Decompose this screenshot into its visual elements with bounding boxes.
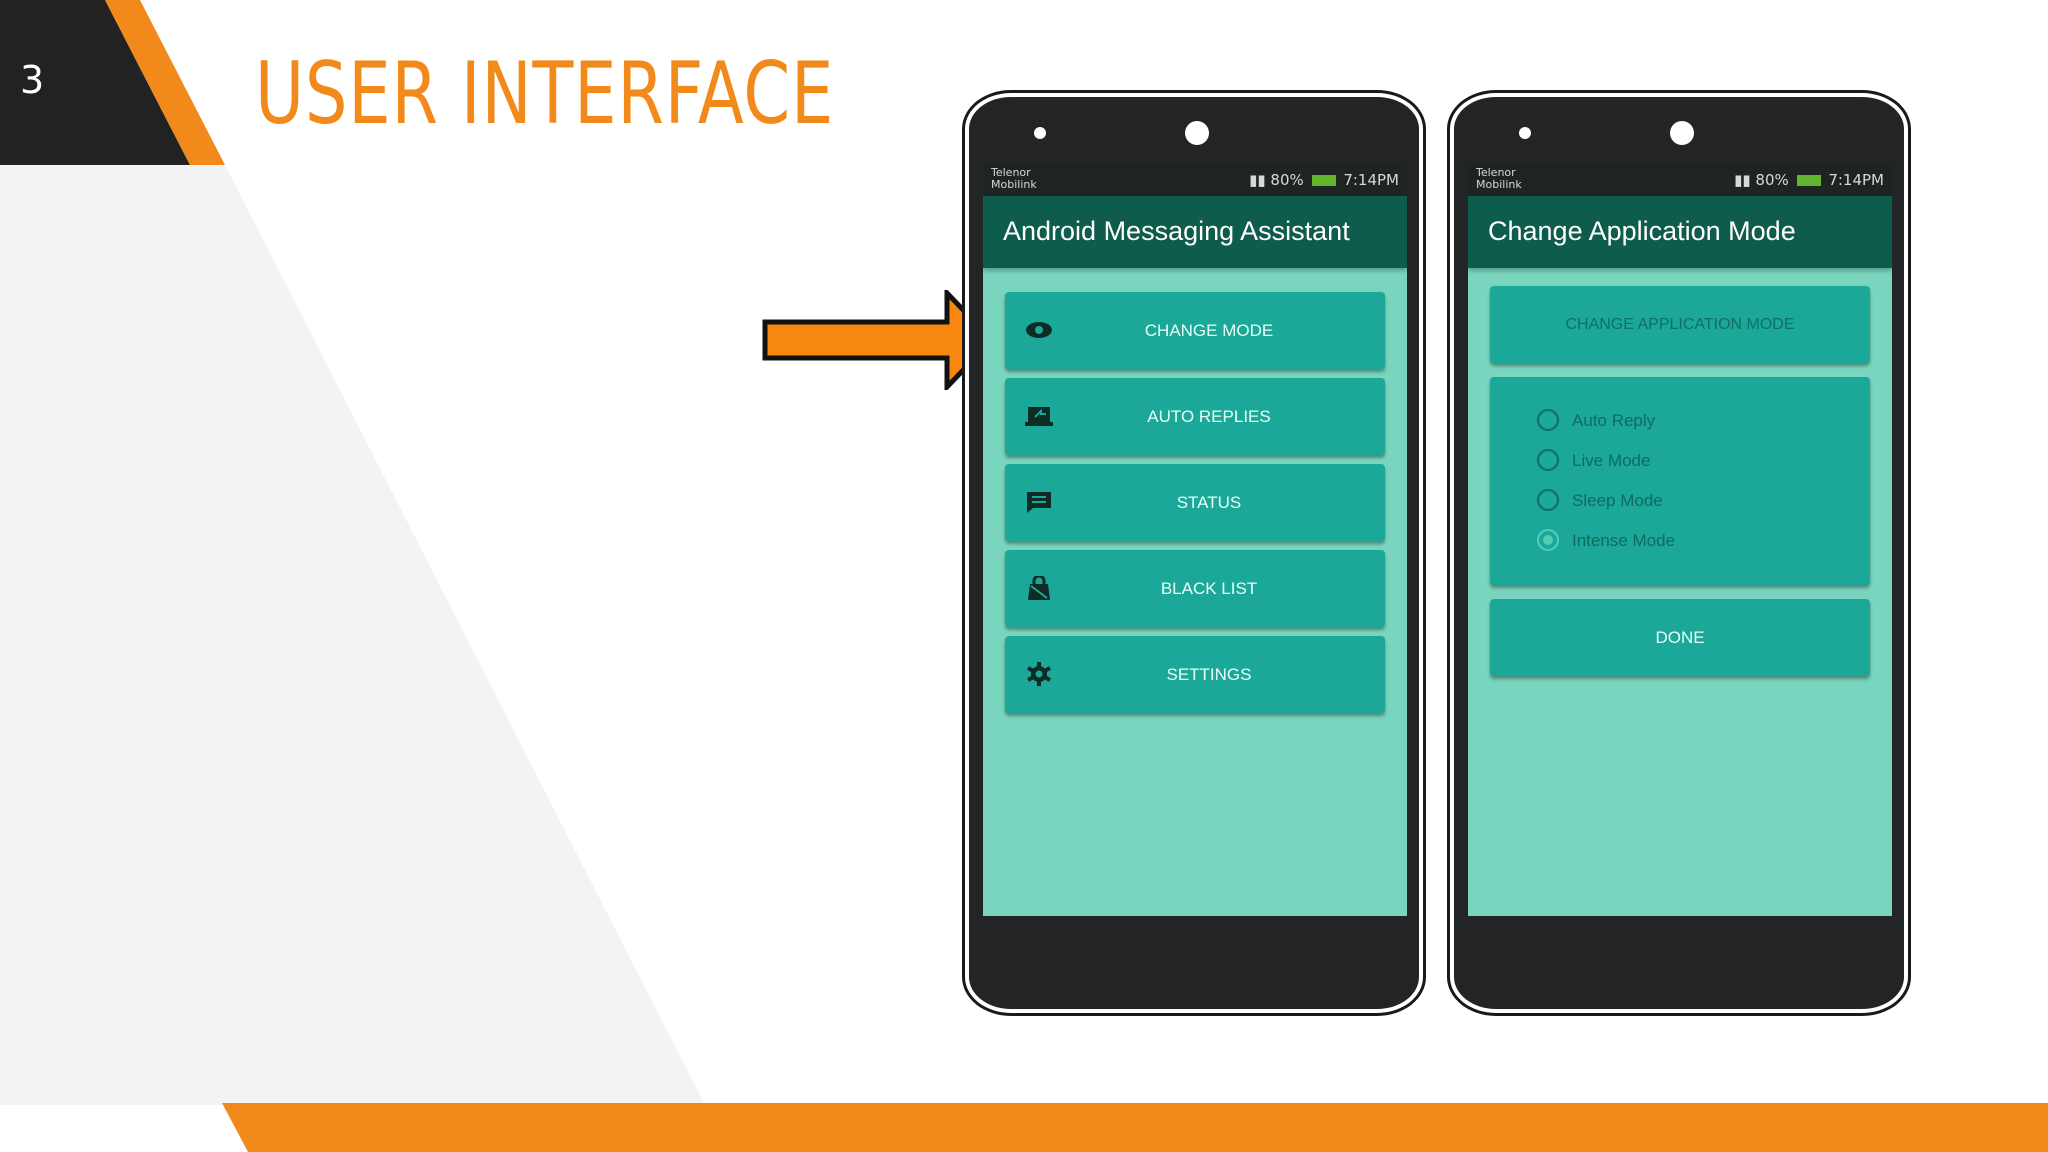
app-bar: Android Messaging Assistant — [983, 196, 1407, 268]
status-indicators: ▮▮ 80% 7:14PM — [1249, 171, 1399, 189]
grey-diagonal-panel — [0, 165, 705, 1105]
auto-replies-label: AUTO REPLIES — [1147, 407, 1271, 426]
chat-icon — [1027, 492, 1051, 513]
screen: Telenor Mobilink ▮▮ 80% 7:14PM Android M… — [983, 164, 1407, 916]
slide-title: USER INTERFACE — [255, 44, 835, 144]
status-indicators: ▮▮ 80% 7:14PM — [1734, 171, 1884, 189]
change-application-mode-header[interactable]: CHANGE APPLICATION MODE — [1490, 286, 1870, 363]
front-camera — [1670, 121, 1694, 145]
app-title: Change Application Mode — [1488, 216, 1796, 246]
signal-icon: ▮▮ — [1249, 171, 1266, 189]
done-label: DONE — [1655, 628, 1705, 647]
battery-icon — [1311, 175, 1336, 186]
phone-change-mode: Telenor Mobilink ▮▮ 80% 7:14PM Change Ap… — [1447, 90, 1911, 1016]
radio-button[interactable] — [1537, 489, 1559, 511]
change-application-mode-label: CHANGE APPLICATION MODE — [1565, 316, 1795, 333]
screen: Telenor Mobilink ▮▮ 80% 7:14PM Change Ap… — [1468, 164, 1892, 916]
sensor-dot — [1034, 127, 1046, 139]
signal-icon: ▮▮ — [1734, 171, 1751, 189]
change-mode-label: CHANGE MODE — [1144, 321, 1274, 340]
lock-bag-icon — [1028, 576, 1050, 600]
carrier-label: Telenor Mobilink — [1476, 166, 1522, 191]
eye-icon — [1026, 322, 1052, 338]
app-title: Android Messaging Assistant — [1003, 216, 1350, 246]
radio-label: Intense Mode — [1572, 531, 1676, 550]
radio-button-selected[interactable] — [1537, 529, 1559, 551]
status-bar: Telenor Mobilink ▮▮ 80% 7:14PM — [983, 164, 1407, 196]
clock: 7:14PM — [1828, 171, 1884, 189]
mode-options-card: Auto Reply Live Mode Sleep Mode Intense … — [1490, 377, 1870, 585]
done-button[interactable]: DONE — [1490, 599, 1870, 676]
radio-label: Sleep Mode — [1572, 491, 1663, 510]
app-bar: Change Application Mode — [1468, 196, 1892, 268]
clock: 7:14PM — [1343, 171, 1399, 189]
sensor-dot — [1519, 127, 1531, 139]
change-mode-button[interactable]: CHANGE MODE — [1005, 292, 1385, 369]
battery-percent: 80% — [1270, 171, 1304, 189]
slide-number: 3 — [20, 58, 45, 102]
radio-label: Live Mode — [1572, 451, 1651, 470]
battery-icon — [1796, 175, 1821, 186]
front-camera — [1185, 121, 1209, 145]
auto-replies-button[interactable]: AUTO REPLIES — [1005, 378, 1385, 455]
status-bar: Telenor Mobilink ▮▮ 80% 7:14PM — [1468, 164, 1892, 196]
battery-percent: 80% — [1755, 171, 1789, 189]
black-list-label: BLACK LIST — [1160, 579, 1258, 598]
settings-button[interactable]: SETTINGS — [1005, 636, 1385, 713]
status-label: STATUS — [1176, 493, 1242, 512]
radio-button[interactable] — [1537, 409, 1559, 431]
radio-button[interactable] — [1537, 449, 1559, 471]
radio-label: Auto Reply — [1572, 411, 1656, 430]
bottom-orange-bar — [222, 1103, 2048, 1152]
phone-main-menu: Telenor Mobilink ▮▮ 80% 7:14PM Android M… — [962, 90, 1426, 1016]
black-list-button[interactable]: BLACK LIST — [1005, 550, 1385, 627]
laptop-reply-icon — [1025, 407, 1053, 426]
gear-icon — [1027, 662, 1051, 686]
settings-label: SETTINGS — [1166, 665, 1252, 684]
carrier-label: Telenor Mobilink — [991, 166, 1037, 191]
status-button[interactable]: STATUS — [1005, 464, 1385, 541]
